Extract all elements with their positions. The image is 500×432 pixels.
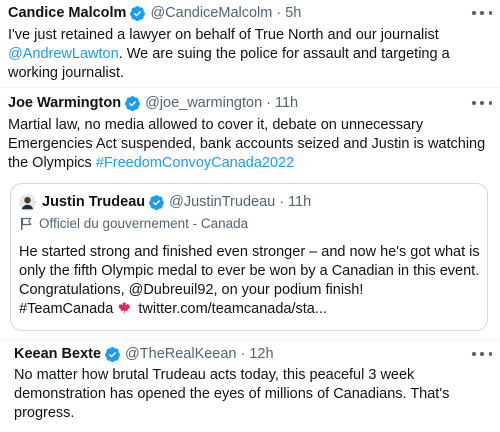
tweet-text-line: only the fifth Olympic medal to ever be … [19, 263, 480, 279]
timestamp[interactable]: 11h [275, 94, 298, 112]
separator-dot: · [279, 194, 285, 210]
tweet-text-line: the Olympics #FreedomConvoyCanada2022 [8, 154, 485, 173]
more-options-icon[interactable] [472, 6, 492, 20]
verified-badge-icon [124, 95, 141, 112]
timestamp[interactable]: 5h [285, 4, 301, 22]
hashtag-link[interactable]: #FreedomConvoyCanada2022 [96, 155, 294, 171]
tweet-text: I've just retained a lawyer on behalf of… [8, 26, 450, 83]
separator-dot: · [240, 346, 246, 362]
tweet-text-fragment: the Olympics [8, 155, 96, 171]
tweet-keean-bexte[interactable]: Keean Bexte @TheRealKeean · 12h No matte… [0, 340, 500, 432]
author-handle[interactable]: @TheRealKeean [125, 345, 236, 363]
author-name[interactable]: Justin Trudeau [42, 193, 145, 211]
separator-dot: · [266, 95, 271, 111]
author-name[interactable]: Candice Malcolm [8, 4, 126, 22]
maple-leaf-icon [116, 300, 131, 315]
tweet-text: Martial law, no media allowed to cover i… [8, 116, 485, 173]
tweet-text-line: demonstration has opened the eyes of mil… [14, 386, 450, 402]
tweet-candice-malcolm[interactable]: Candice Malcolm @CandiceMalcolm · 5h I'v… [0, 0, 500, 88]
author-handle[interactable]: @CandiceMalcolm [150, 4, 272, 22]
more-options-icon[interactable] [472, 96, 492, 110]
government-label-text: Officiel du gouvernement - Canada [39, 216, 249, 231]
government-flag-icon [19, 217, 33, 231]
tweet-text-line: I've just retained a lawyer on behalf of… [8, 27, 439, 43]
tweet-text-fragment: . We are suing the police for assault an… [118, 46, 450, 62]
tweet-text-line: No matter how brutal Trudeau acts today,… [14, 367, 415, 383]
author-name[interactable]: Keean Bexte [14, 345, 101, 363]
tweet-url[interactable]: twitter.com/teamcanada/sta... [134, 301, 327, 317]
author-name[interactable]: Joe Warmington [8, 94, 121, 112]
verified-badge-icon [129, 5, 146, 22]
author-handle[interactable]: @JustinTrudeau [169, 193, 275, 211]
mention-link[interactable]: @AndrewLawton [8, 46, 119, 62]
hashtag-text[interactable]: #TeamCanada [19, 301, 113, 317]
verified-badge-icon [148, 194, 165, 211]
tweet-text-line: @AndrewLawton. We are suing the police f… [8, 45, 450, 64]
tweet-text-line: working journalist. [8, 65, 125, 81]
avatar[interactable] [19, 193, 36, 211]
separator-dot: · [276, 5, 282, 21]
tweet-text-line: Martial law, no media allowed to cover i… [8, 117, 424, 133]
author-handle[interactable]: @joe_warmington [145, 94, 262, 112]
tweet-text-line: Emergencies Act suspended, bank accounts… [8, 136, 486, 152]
tweet-text-line: progress. [14, 405, 75, 421]
tweet-text-line: #TeamCanada twitter.com/teamcanada/sta..… [19, 300, 480, 319]
government-label: Officiel du gouvernement - Canada [19, 216, 248, 231]
verified-badge-icon [104, 346, 121, 363]
tweet-text: No matter how brutal Trudeau acts today,… [14, 366, 449, 423]
timestamp[interactable]: 11h [288, 193, 311, 211]
quoted-tweet-card[interactable]: Justin Trudeau @JustinTrudeau · 11h Offi… [10, 183, 488, 331]
more-options-icon[interactable] [472, 347, 492, 361]
tweet-text-line: Congratulations, @Dubreuil92, on your po… [19, 282, 364, 298]
tweet-text-line: He started strong and finished even stro… [19, 244, 480, 260]
quoted-tweet-text: He started strong and finished even stro… [19, 243, 480, 319]
timestamp[interactable]: 12h [249, 345, 273, 363]
